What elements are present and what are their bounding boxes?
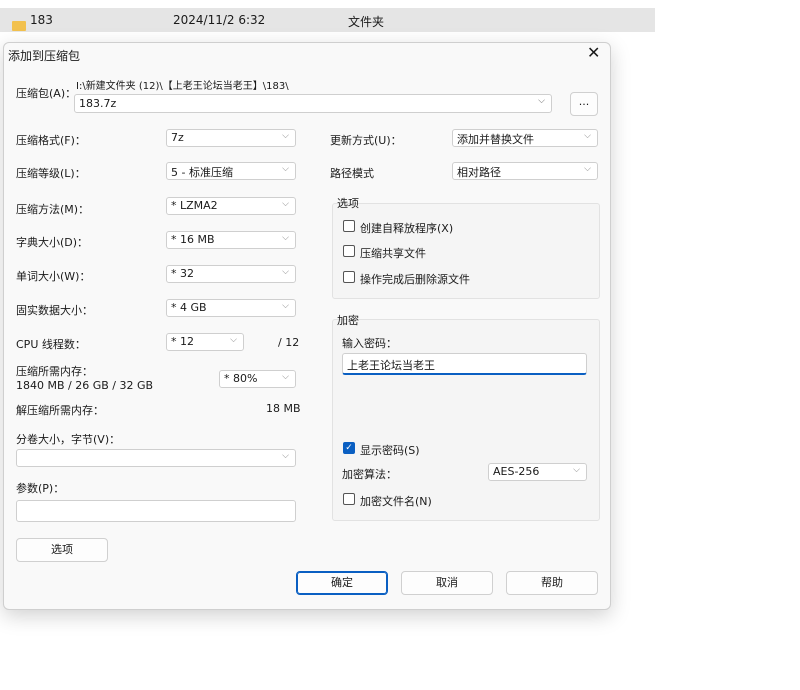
ok-button[interactable]: 确定 — [296, 571, 388, 595]
level-label: 压缩等级(L)： — [16, 167, 86, 180]
file-type: 文件夹 — [348, 15, 385, 29]
dict-select[interactable]: * 16 MB ⌵ — [166, 231, 296, 249]
word-label: 单词大小(W)： — [16, 270, 91, 283]
delete-checkbox[interactable] — [343, 271, 355, 283]
word-select[interactable]: * 32 ⌵ — [166, 265, 296, 283]
mem-value: 1840 MB / 26 GB / 32 GB — [16, 379, 154, 392]
enc-method-select[interactable]: AES-256 ⌵ — [488, 463, 587, 481]
file-list-row[interactable]: 183 2024/11/2 6:32 文件夹 — [0, 8, 655, 32]
update-select[interactable]: 添加并替换文件 ⌵ — [452, 129, 598, 147]
chevron-down-icon: ⌵ — [282, 301, 289, 311]
params-label: 参数(P)： — [16, 482, 65, 495]
dict-label: 字典大小(D)： — [16, 236, 89, 249]
sfx-checkbox[interactable] — [343, 220, 355, 232]
cpu-select[interactable]: * 12 ⌵ — [166, 333, 244, 351]
solid-label: 固实数据大小： — [16, 304, 93, 317]
method-select[interactable]: * LZMA2 ⌵ — [166, 197, 296, 215]
dialog-title: 添加到压缩包 — [8, 49, 81, 63]
split-select[interactable]: ⌵ — [16, 449, 296, 467]
enc-method-label: 加密算法： — [342, 468, 397, 481]
format-label: 压缩格式(F)： — [16, 134, 86, 147]
chevron-down-icon: ⌵ — [538, 96, 545, 106]
archive-name-value: 183.7z — [79, 97, 117, 110]
show-password-label: 显示密码(S) — [360, 444, 420, 457]
delete-label: 操作完成后删除源文件 — [360, 273, 470, 286]
chevron-down-icon: ⌵ — [584, 131, 591, 141]
archive-name-combo[interactable]: 183.7z ⌵ — [74, 94, 552, 113]
cpu-max: / 12 — [278, 336, 300, 349]
solid-select[interactable]: * 4 GB ⌵ — [166, 299, 296, 317]
password-input[interactable]: 上老王论坛当老王 — [342, 353, 587, 375]
decomp-value: 18 MB — [266, 402, 301, 415]
archive-label: 压缩包(A)： — [16, 87, 77, 100]
file-date: 2024/11/2 6:32 — [173, 13, 266, 27]
mem-select[interactable]: * 80% ⌵ — [219, 370, 296, 388]
method-label: 压缩方法(M)： — [16, 203, 90, 216]
file-name: 183 — [30, 13, 53, 27]
options-group-title: 选项 — [337, 197, 359, 210]
encrypt-names-checkbox[interactable] — [343, 493, 355, 505]
path-select[interactable]: 相对路径 ⌵ — [452, 162, 598, 180]
format-select[interactable]: 7z ⌵ — [166, 129, 296, 147]
path-label: 路径模式 — [330, 167, 374, 180]
mem-label: 压缩所需内存： — [16, 365, 93, 378]
encrypt-names-label: 加密文件名(N) — [360, 495, 432, 508]
params-input[interactable] — [16, 500, 296, 522]
password-label: 输入密码： — [342, 337, 397, 350]
sfx-label: 创建自释放程序(X) — [360, 222, 454, 235]
folder-icon — [12, 21, 26, 31]
options-button[interactable]: 选项 — [16, 538, 108, 562]
browse-button[interactable]: ... — [570, 92, 598, 116]
update-label: 更新方式(U)： — [330, 134, 402, 147]
chevron-down-icon: ⌵ — [584, 164, 591, 174]
shared-checkbox[interactable] — [343, 245, 355, 257]
chevron-down-icon: ⌵ — [282, 233, 289, 243]
cancel-button[interactable]: 取消 — [401, 571, 493, 595]
archive-path: I:\新建文件夹 (12)\【上老王论坛当老王】\183\ — [76, 81, 289, 92]
encryption-group-title: 加密 — [337, 314, 359, 327]
chevron-down-icon: ⌵ — [282, 372, 289, 382]
password-value: 上老王论坛当老王 — [347, 359, 435, 372]
show-password-checkbox[interactable]: ✓ — [343, 442, 355, 454]
chevron-down-icon: ⌵ — [573, 465, 580, 475]
cpu-label: CPU 线程数： — [16, 338, 86, 351]
chevron-down-icon: ⌵ — [282, 164, 289, 174]
help-button[interactable]: 帮助 — [506, 571, 598, 595]
close-icon[interactable]: ✕ — [587, 43, 600, 62]
add-to-archive-dialog: 添加到压缩包 ✕ 压缩包(A)： I:\新建文件夹 (12)\【上老王论坛当老王… — [3, 42, 611, 610]
level-select[interactable]: 5 - 标准压缩 ⌵ — [166, 162, 296, 180]
shared-label: 压缩共享文件 — [360, 247, 426, 260]
chevron-down-icon: ⌵ — [282, 451, 289, 461]
chevron-down-icon: ⌵ — [282, 199, 289, 209]
chevron-down-icon: ⌵ — [230, 335, 237, 345]
chevron-down-icon: ⌵ — [282, 267, 289, 277]
split-label: 分卷大小，字节(V)： — [16, 433, 121, 446]
chevron-down-icon: ⌵ — [282, 131, 289, 141]
decomp-label: 解压缩所需内存： — [16, 404, 104, 417]
